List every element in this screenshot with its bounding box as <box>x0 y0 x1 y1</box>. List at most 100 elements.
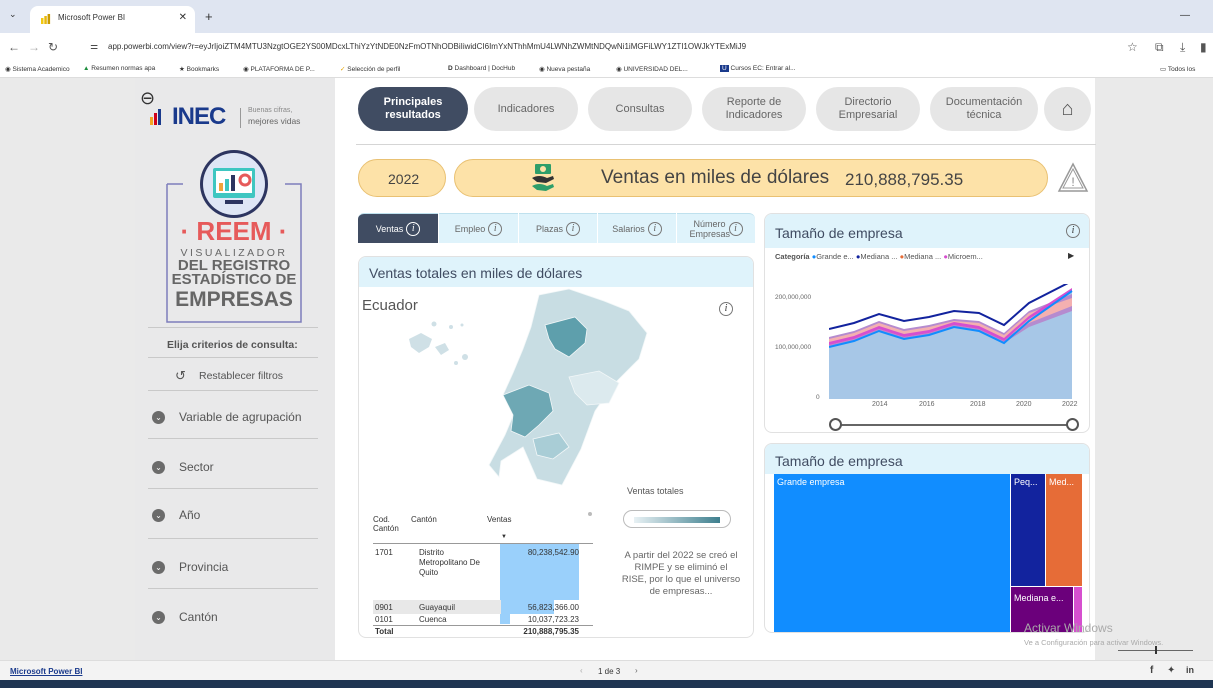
y-tick-label: 100,000,000 <box>775 344 812 351</box>
bookmark-item[interactable]: U Cursos EC: Entrar al... <box>720 65 796 72</box>
extensions-icon[interactable]: ⧉ <box>1155 40 1164 55</box>
tab-menu-chevron-icon[interactable]: ⌄ <box>9 9 17 20</box>
new-tab-icon[interactable]: + <box>205 9 213 24</box>
sidebar-divider <box>148 488 318 489</box>
treemap-card: Tamaño de empresa Grande empresa Peq... … <box>764 443 1090 633</box>
row-canton[interactable]: Cuenca <box>419 615 447 624</box>
bookmark-item[interactable]: ▲ Resumen normas apa <box>83 65 155 72</box>
bookmark-item[interactable]: ★ Bookmarks <box>179 65 219 73</box>
year-slider-start-handle[interactable] <box>829 418 842 431</box>
subtab-salarios[interactable]: Salarios i <box>598 213 676 243</box>
download-icon[interactable]: ⤓ <box>1180 40 1185 55</box>
bookmark-item[interactable]: ✓ Selección de perfil <box>340 65 400 73</box>
rimpe-note: A partir del 2022 se creó el RIMPE y se … <box>621 550 741 597</box>
x-tick-label: 2018 <box>970 401 986 408</box>
reset-filters-button[interactable]: Restablecer filtros <box>199 370 283 382</box>
treemap-mediana-a[interactable]: Med... <box>1046 474 1082 586</box>
browser-tab[interactable]: Microsoft Power BI ✕ <box>30 6 195 33</box>
row-code: 1701 <box>375 548 393 557</box>
nav-underline <box>356 144 1096 145</box>
bookmark-item[interactable]: ◉ Nueva pestaña <box>539 65 590 73</box>
year-value: 2022 <box>388 171 420 187</box>
nav-consultas[interactable]: Consultas <box>588 87 692 131</box>
info-icon[interactable]: i <box>728 221 743 236</box>
info-icon[interactable]: i <box>647 221 662 236</box>
row-canton[interactable]: Distrito Metropolitano De Quito <box>419 548 489 578</box>
nav-reporte-indicadores[interactable]: Reporte de Indicadores <box>702 87 806 131</box>
nav-indicadores[interactable]: Indicadores <box>474 87 578 131</box>
url-field[interactable]: ⚌ app.powerbi.com/view?r=eyJrIjoiZTM4MTU… <box>90 37 1110 57</box>
info-icon[interactable]: i <box>719 302 733 316</box>
year-slider-track[interactable] <box>835 424 1073 426</box>
facebook-icon[interactable]: f <box>1150 665 1153 676</box>
bookmark-item[interactable]: ◉ UNIVERSIDAD DEL... <box>616 65 688 73</box>
info-icon[interactable]: i <box>1066 224 1080 238</box>
year-slider-end-handle[interactable] <box>1066 418 1079 431</box>
globe-icon: ◉ <box>243 66 249 73</box>
treemap-pequena-empresa[interactable]: Peq... <box>1011 474 1045 586</box>
criteria-label: Elija criterios de consulta: <box>167 339 298 351</box>
subtab-numero-empresas[interactable]: Número Empresas i <box>677 213 755 243</box>
legend-item[interactable]: Grande e... <box>816 252 854 261</box>
site-info-icon[interactable]: ⚌ <box>90 41 98 52</box>
dochub-icon: D <box>448 65 453 72</box>
reset-icon[interactable]: ↺ <box>175 368 186 384</box>
chevron-down-icon: ⌄ <box>152 611 165 624</box>
info-icon[interactable]: i <box>566 221 580 236</box>
row-canton[interactable]: Guayaquil <box>419 603 455 612</box>
check-icon: ✓ <box>340 66 346 73</box>
legend-next-icon[interactable]: ▶ <box>1068 251 1074 260</box>
minimize-icon[interactable]: — <box>1180 10 1190 21</box>
browser-tab-strip: ⌄ Microsoft Power BI ✕ + — <box>0 0 1213 33</box>
legend-item[interactable]: Microem... <box>948 252 983 261</box>
bookmark-item[interactable]: ◉ Sistema Academico <box>5 65 70 73</box>
y-tick-label: 0 <box>816 394 820 401</box>
kpi-label: Ventas en miles de dólares <box>601 167 830 188</box>
nav-directorio-empresarial[interactable]: Directorio Empresarial <box>816 87 920 131</box>
warning-icon[interactable]: ! <box>1057 162 1089 194</box>
nav-principales-resultados[interactable]: Principales resultados <box>358 87 468 131</box>
sort-desc-icon[interactable]: ▼ <box>501 534 507 540</box>
col-header-ventas[interactable]: Ventas <box>479 513 593 543</box>
year-pill[interactable]: 2022 <box>358 159 446 197</box>
twitter-icon[interactable]: ✦ <box>1167 665 1175 676</box>
zoom-slider-handle[interactable] <box>1155 646 1157 654</box>
star-icon[interactable]: ☆ <box>1127 40 1138 54</box>
prev-page-icon[interactable]: ‹ <box>580 666 583 675</box>
legend-slider[interactable] <box>623 510 731 528</box>
map-card-title: Ventas totales en miles de dólares <box>369 265 583 281</box>
bookmark-item[interactable]: ◉ PLATAFORMA DE P... <box>243 65 315 73</box>
info-icon[interactable]: i <box>406 221 421 236</box>
sidepanel-icon[interactable]: ▮ <box>1200 40 1207 54</box>
treemap-card-header: Tamaño de empresa <box>765 444 1089 474</box>
linkedin-icon[interactable]: in <box>1186 665 1194 675</box>
nav-documentacion-tecnica[interactable]: Documentación técnica <box>930 87 1038 131</box>
forward-icon[interactable]: → <box>28 40 40 54</box>
home-button[interactable]: ⌂ <box>1044 87 1091 131</box>
col-header-canton[interactable]: Cantón <box>403 513 479 543</box>
legend-item[interactable]: Mediana ... <box>904 252 941 261</box>
subtab-empleo[interactable]: Empleo i <box>439 213 518 243</box>
powerbi-status-bar: Microsoft Power BI ‹ 1 de 3 › f ✦ in <box>0 660 1213 680</box>
bookmark-item[interactable]: D Dashboard | DocHub <box>448 65 515 72</box>
reload-icon[interactable]: ↻ <box>48 40 58 54</box>
inec-bars-icon <box>150 109 161 125</box>
legend-item[interactable]: Mediana ... <box>860 252 897 261</box>
stacked-area-chart[interactable] <box>829 284 1079 404</box>
powerbi-link[interactable]: Microsoft Power BI <box>10 667 82 676</box>
ecuador-map[interactable] <box>399 287 659 497</box>
treemap-card-title: Tamaño de empresa <box>775 453 903 469</box>
sidebar-divider <box>148 390 318 391</box>
all-bookmarks-folder[interactable]: ▭ Todos los <box>1160 65 1195 73</box>
inec-logo: INEC <box>172 103 226 130</box>
col-header-code[interactable]: Cod. Cantón <box>373 513 403 543</box>
next-page-icon[interactable]: › <box>635 666 638 675</box>
treemap-grande-empresa[interactable]: Grande empresa <box>774 474 1010 632</box>
windows-watermark-title: Activar Windows <box>1024 621 1113 635</box>
subtab-plazas[interactable]: Plazas i <box>519 213 597 243</box>
tagline-line2: mejores vidas <box>248 116 301 126</box>
close-tab-icon[interactable]: ✕ <box>179 12 187 23</box>
back-icon[interactable]: ← <box>8 40 20 54</box>
info-icon[interactable]: i <box>488 221 503 236</box>
subtab-ventas[interactable]: Ventas i <box>358 213 438 243</box>
